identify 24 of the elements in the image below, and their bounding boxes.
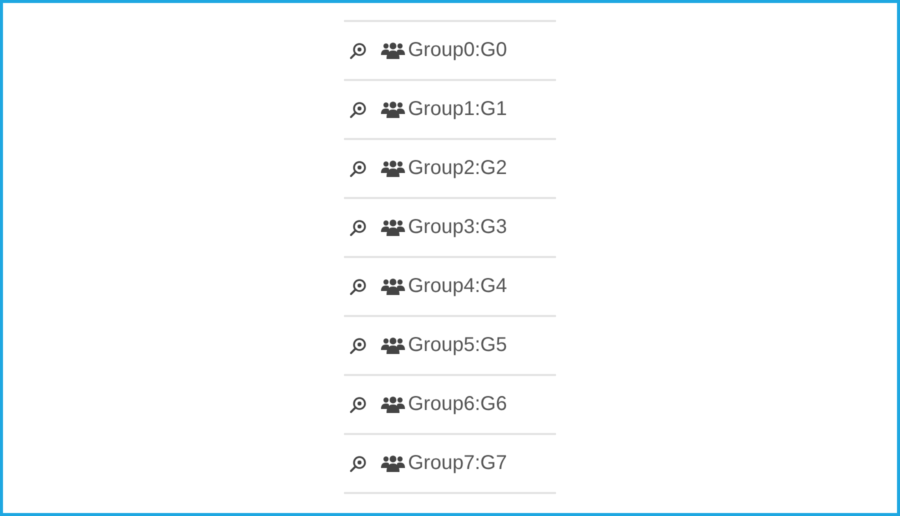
group-label[interactable]: Group7:G7	[408, 452, 507, 475]
zoom-icon[interactable]	[349, 218, 367, 236]
users-icon	[381, 396, 405, 414]
zoom-icon[interactable]	[349, 336, 367, 354]
users-icon	[381, 160, 405, 178]
users-icon	[381, 218, 405, 236]
zoom-icon[interactable]	[349, 160, 367, 178]
zoom-icon[interactable]	[349, 278, 367, 296]
users-icon	[381, 454, 405, 472]
group-label[interactable]: Group3:G3	[408, 216, 507, 239]
group-label[interactable]: Group2:G2	[408, 157, 507, 180]
zoom-icon[interactable]	[349, 42, 367, 60]
group-label[interactable]: Group1:G1	[408, 98, 507, 121]
users-icon	[381, 278, 405, 296]
users-icon	[381, 42, 405, 60]
group-label[interactable]: Group0:G0	[408, 39, 507, 62]
group-label[interactable]: Group5:G5	[408, 334, 507, 357]
users-icon	[381, 100, 405, 118]
zoom-icon[interactable]	[349, 100, 367, 118]
users-icon	[381, 336, 405, 354]
group-label[interactable]: Group4:G4	[408, 275, 507, 298]
group-label[interactable]: Group6:G6	[408, 393, 507, 416]
zoom-icon[interactable]	[349, 454, 367, 472]
zoom-icon[interactable]	[349, 396, 367, 414]
